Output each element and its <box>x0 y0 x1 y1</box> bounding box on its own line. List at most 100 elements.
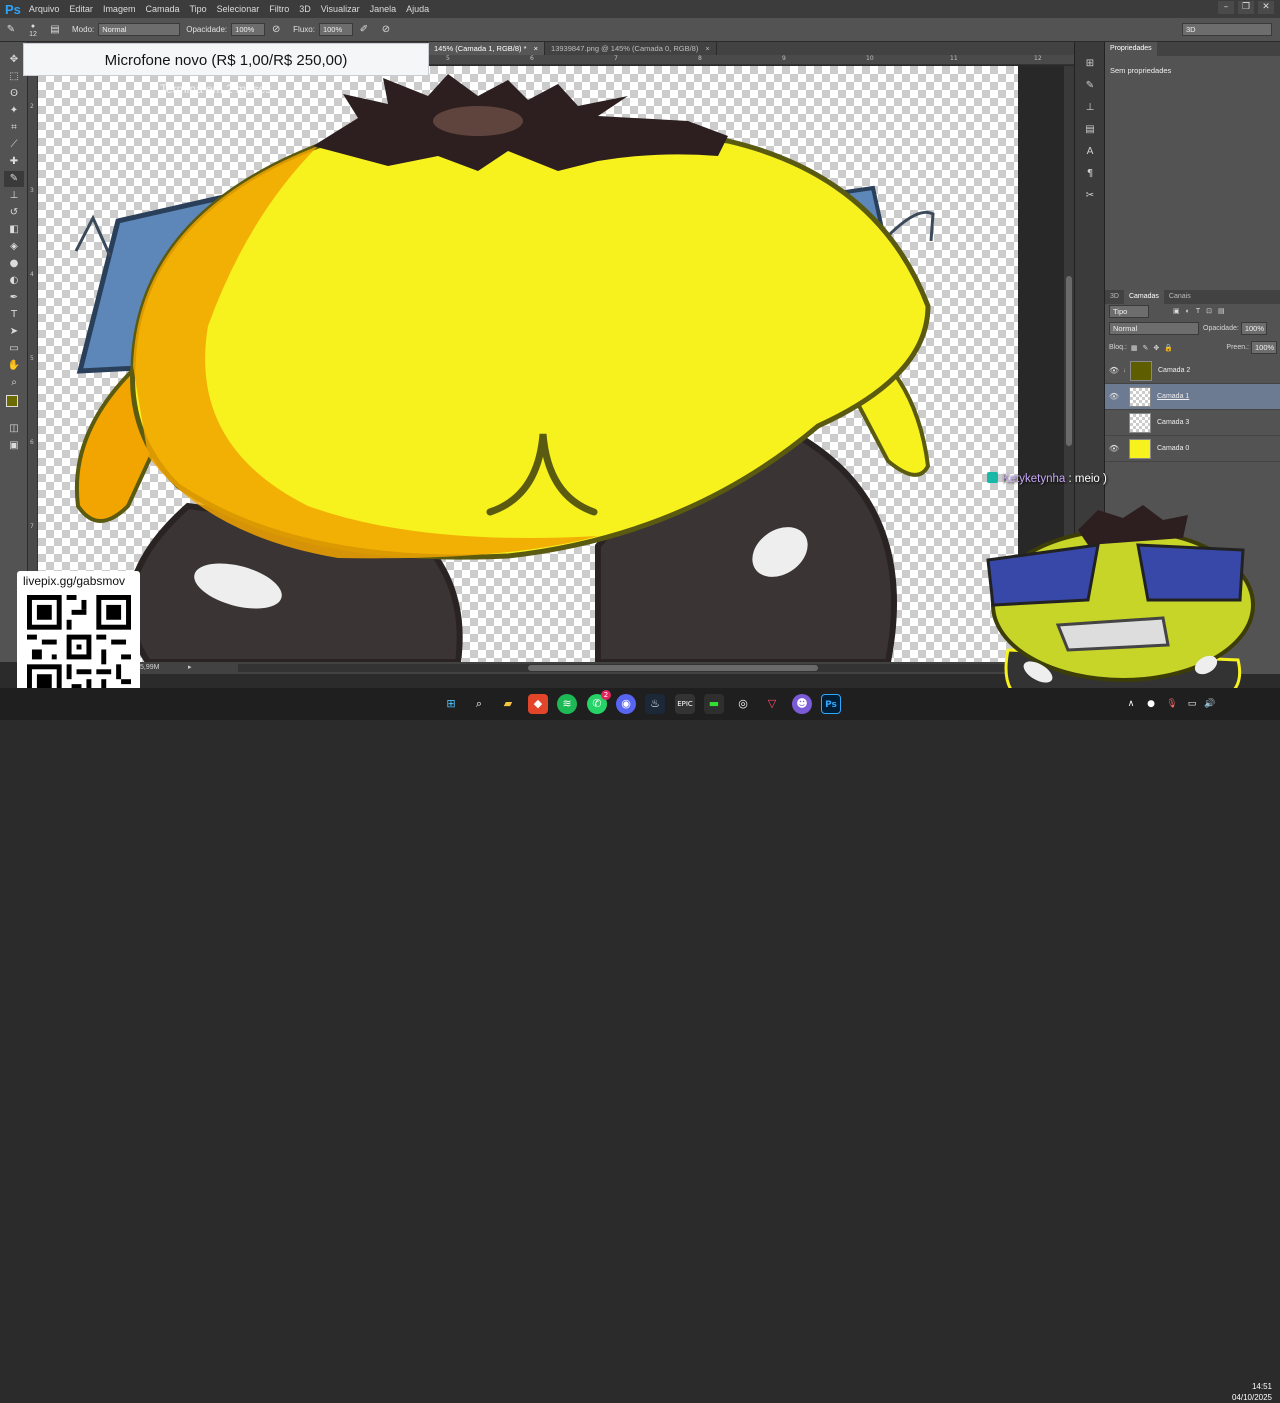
menu-camada[interactable]: Camada <box>145 4 179 14</box>
document-canvas[interactable] <box>38 66 1018 662</box>
pressure-opacity-icon[interactable]: ⊘ <box>269 23 283 37</box>
character-panel-icon[interactable]: A <box>1079 144 1101 160</box>
close-icon[interactable]: ✕ <box>1258 1 1274 14</box>
menu-editar[interactable]: Editar <box>69 4 93 14</box>
type-tool-icon[interactable]: T <box>4 307 24 323</box>
layer-opacity-field[interactable]: 100% <box>1240 322 1267 335</box>
search-icon[interactable]: ⌕ <box>469 694 489 714</box>
tab-propriedades[interactable]: Propriedades <box>1105 42 1157 56</box>
spotify-icon[interactable]: ≋ <box>557 694 577 714</box>
brush-preset-icon[interactable]: ● 12 <box>26 23 40 38</box>
layer-name[interactable]: Camada 1 <box>1157 393 1189 400</box>
paragraph-panel-icon[interactable]: ¶ <box>1079 166 1101 182</box>
scroll-thumb[interactable] <box>528 665 818 671</box>
menu-arquivo[interactable]: Arquivo <box>29 4 60 14</box>
eyedropper-tool-icon[interactable]: ⟋ <box>4 137 24 153</box>
windows-start-icon[interactable]: ⊞ <box>441 694 461 714</box>
menu-visualizar[interactable]: Visualizar <box>321 4 360 14</box>
menu-imagem[interactable]: Imagem <box>103 4 136 14</box>
restore-icon[interactable]: ❐ <box>1238 1 1254 14</box>
close-icon[interactable]: × <box>534 44 538 53</box>
tray-chevron-icon[interactable]: ∧ <box>1121 694 1141 714</box>
airbrush-icon[interactable]: ✐ <box>357 23 371 37</box>
pen-tool-icon[interactable]: ✒ <box>4 290 24 306</box>
eye-icon[interactable]: 👁 <box>1105 366 1123 375</box>
screen-mode-icon[interactable]: ▣ <box>4 438 24 454</box>
adjustments-icon[interactable]: ▤ <box>1079 122 1101 138</box>
zoom-tool-icon[interactable]: ⌕ <box>4 375 24 391</box>
eraser-tool-icon[interactable]: ◧ <box>4 222 24 238</box>
app-icon[interactable]: ▬ <box>704 694 724 714</box>
filter-icons[interactable]: ▣◐T⊡▤ <box>1173 307 1231 315</box>
blur-tool-icon[interactable]: ● <box>4 256 24 272</box>
shape-tool-icon[interactable]: ▭ <box>4 341 24 357</box>
tab-camadas[interactable]: Camadas <box>1123 290 1164 304</box>
layer-row-camada-2[interactable]: 👁 ↓ Camada 2 <box>1105 358 1280 384</box>
layer-name[interactable]: Camada 0 <box>1157 445 1189 452</box>
crop-tool-icon[interactable]: ⌗ <box>4 120 24 136</box>
brush-presets-icon[interactable]: ✎ <box>1079 78 1101 94</box>
tab-13939847[interactable]: 13939847.png @ 145% (Camada 0, RGB/8) × <box>545 42 717 55</box>
app-purple-icon[interactable]: ☻ <box>792 694 812 714</box>
epic-games-icon[interactable]: EPIC <box>675 694 695 714</box>
layer-row-camada-3[interactable]: Camada 3 <box>1105 410 1280 436</box>
stamp-tool-icon[interactable]: ⊥ <box>4 188 24 204</box>
foreground-color[interactable] <box>6 395 18 407</box>
flow-field[interactable]: 100% <box>318 23 353 36</box>
system-clock[interactable]: 14:51 04/10/2025 <box>1222 1381 1272 1403</box>
move-tool-icon[interactable]: ✥ <box>4 52 24 68</box>
brush-tool-icon[interactable]: ✎ <box>4 171 24 187</box>
history-brush-icon[interactable]: ↺ <box>4 205 24 221</box>
close-icon[interactable]: × <box>705 44 709 53</box>
horizontal-scrollbar[interactable] <box>238 664 1028 672</box>
layer-row-camada-0[interactable]: 👁 Camada 0 <box>1105 436 1280 462</box>
menu-selecionar[interactable]: Selecionar <box>217 4 260 14</box>
pressure-size-icon[interactable]: ⊘ <box>379 23 393 37</box>
opacity-field[interactable]: 100% <box>231 23 266 36</box>
menu-3d[interactable]: 3D <box>299 4 311 14</box>
scroll-thumb[interactable] <box>1066 276 1072 446</box>
tab-3d[interactable]: 3D <box>1105 290 1124 304</box>
tool-presets-icon[interactable]: ✂ <box>1079 188 1101 204</box>
layer-filter-select[interactable]: Tipo <box>1109 304 1149 318</box>
lasso-tool-icon[interactable]: ʘ <box>4 86 24 102</box>
discord-icon[interactable]: ◉ <box>616 694 636 714</box>
clone-source-icon[interactable]: ⊥ <box>1079 100 1101 116</box>
layer-name[interactable]: Camada 3 <box>1157 419 1189 426</box>
menu-janela[interactable]: Janela <box>370 4 397 14</box>
brush-tool-icon[interactable]: ✎ <box>4 23 18 37</box>
paint-bucket-icon[interactable]: ◈ <box>4 239 24 255</box>
menu-filtro[interactable]: Filtro <box>269 4 289 14</box>
color-swatches[interactable] <box>4 393 24 419</box>
tray-app-icon[interactable]: ● <box>1141 694 1161 714</box>
fill-field[interactable]: 100% <box>1251 341 1277 354</box>
blend-mode-select[interactable]: Normal <box>1109 322 1199 335</box>
hand-tool-icon[interactable]: ✋ <box>4 358 24 374</box>
eye-icon[interactable]: 👁 <box>1105 444 1123 453</box>
healing-tool-icon[interactable]: ✚ <box>4 154 24 170</box>
layer-name[interactable]: Camada 2 <box>1158 367 1190 374</box>
tab-camada-1[interactable]: 145% (Camada 1, RGB/8) * × <box>428 42 546 55</box>
path-select-icon[interactable]: ➤ <box>4 324 24 340</box>
steam-icon[interactable]: ♨ <box>645 694 665 714</box>
menu-tipo[interactable]: Tipo <box>189 4 206 14</box>
whatsapp-icon[interactable]: ✆ 2 <box>587 690 611 714</box>
obs-icon[interactable]: ◎ <box>733 694 753 714</box>
status-arrow-icon[interactable]: ▸ <box>188 663 192 671</box>
tab-canais[interactable]: Canais <box>1164 290 1196 304</box>
minimize-icon[interactable]: – <box>1218 1 1234 14</box>
volume-icon[interactable]: 🔊 <box>1200 694 1220 714</box>
network-icon[interactable]: ▭ <box>1182 694 1202 714</box>
microphone-icon[interactable]: 🎙 <box>1162 694 1182 714</box>
workspace-select[interactable]: 3D <box>1182 23 1272 36</box>
brave-browser-icon[interactable]: ◆ <box>528 694 548 714</box>
file-explorer-icon[interactable]: ▰ <box>498 694 518 714</box>
eye-icon[interactable]: 👁 <box>1105 392 1123 401</box>
app-v-icon[interactable]: ▽ <box>762 694 782 714</box>
menu-ajuda[interactable]: Ajuda <box>406 4 429 14</box>
marquee-tool-icon[interactable]: ⬚ <box>4 69 24 85</box>
layer-row-camada-1[interactable]: 👁 Camada 1 <box>1105 384 1280 410</box>
brush-panel-icon[interactable]: ▤ <box>48 23 62 37</box>
quick-select-tool-icon[interactable]: ✦ <box>4 103 24 119</box>
photoshop-taskbar-icon[interactable]: Ps <box>821 694 841 714</box>
